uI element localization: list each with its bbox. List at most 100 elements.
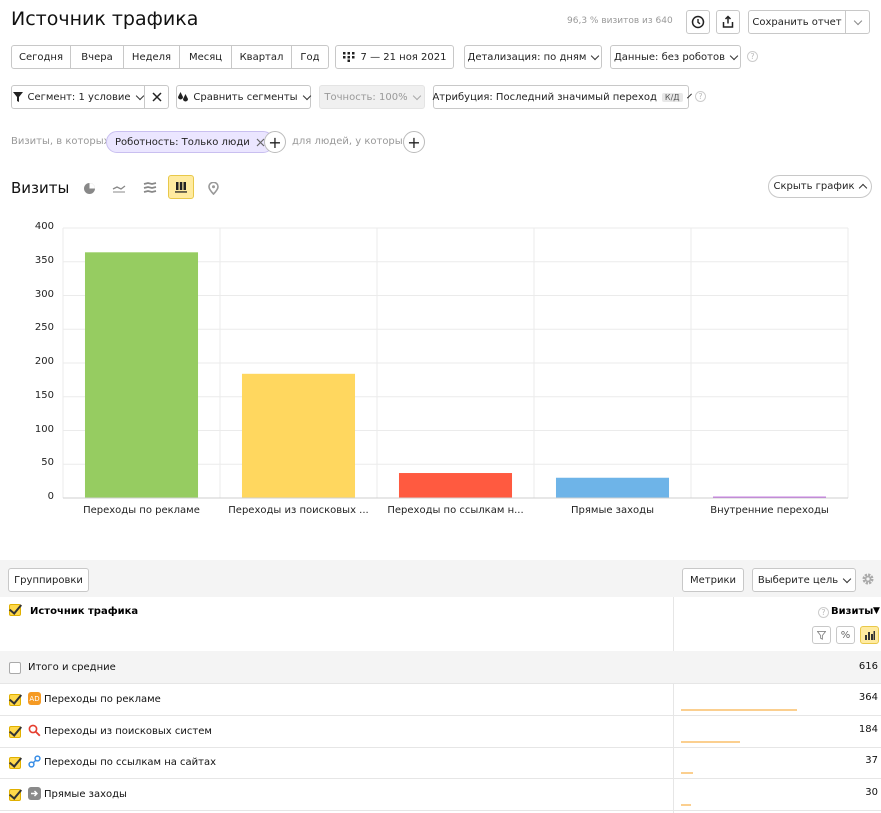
hide-chart-label: Скрыть график [773,181,855,192]
filter-column-button[interactable] [812,626,831,644]
history-button[interactable] [686,10,710,34]
save-report-button[interactable]: Сохранить отчет [748,10,846,34]
row-value: 30 [865,787,878,798]
accuracy-dropdown[interactable]: Точность: 100% [319,85,425,109]
map-pin-icon [207,181,219,195]
segment-label: Сегмент: 1 условие [27,91,131,103]
x-tick-label: Переходы из поисковых ... [228,505,369,516]
period-week[interactable]: Неделя [124,46,180,68]
bar[interactable] [398,473,513,498]
compare-segments-button[interactable]: Сравнить сегменты [176,85,311,109]
page-title: Источник трафика [11,8,199,30]
table-row[interactable]: Переходы из поисковых систем 184 [0,716,881,748]
row-checkbox[interactable] [9,726,21,738]
y-tick-label: 300 [34,288,54,300]
export-button[interactable] [716,10,740,34]
groupings-button[interactable]: Группировки [8,568,89,592]
chevron-down-icon [853,16,862,25]
row-label: Переходы по ссылкам на сайтах [44,757,217,768]
period-month[interactable]: Месяц [180,46,232,68]
row-checkbox[interactable] [9,694,21,706]
clear-segment-button[interactable] [144,85,169,109]
plus-icon: + [407,132,421,152]
share-bar [681,709,797,711]
bar-chart-type-button[interactable] [168,175,194,199]
x-tick-label: Внутренние переходы [710,505,829,516]
pie-chart-type-button[interactable] [76,176,102,200]
detail-dropdown[interactable]: Детализация: по дням [464,45,602,69]
calendar-icon [342,52,355,62]
share-bar [681,772,693,774]
period-yesterday[interactable]: Вчера [71,46,124,68]
detail-label: Детализация: по дням [467,51,587,63]
row-value: 184 [858,724,878,735]
y-tick-label: 0 [47,491,54,502]
period-selector: Сегодня Вчера Неделя Месяц Квартал Год [11,45,329,69]
bar[interactable] [555,477,670,498]
table-toolbar [0,560,881,597]
row-checkbox[interactable] [9,789,21,801]
bar[interactable] [84,252,199,498]
line-chart-icon [112,185,126,193]
hide-chart-button[interactable]: Скрыть график [768,175,872,198]
row-label: Прямые заходы [44,789,127,800]
y-tick-label: 50 [41,457,54,469]
sampling-info: 96,3 % визитов из 640 [567,16,673,26]
share-bar [681,804,691,806]
chevron-down-icon [842,574,852,583]
date-range-button[interactable]: 7 — 21 ноя 2021 [335,45,454,69]
totals-checkbox[interactable] [9,662,21,674]
filter-icon [13,92,24,102]
chevron-down-icon [729,51,739,60]
chevron-down-icon [686,93,692,98]
row-value: 364 [858,692,878,703]
add-visit-condition-button[interactable]: + [264,131,286,153]
y-tick-label: 150 [34,389,54,401]
metric-header[interactable]: Визиты [831,606,873,617]
attribution-badge: К/Д [661,92,683,102]
row-label: Переходы из поисковых систем [44,726,212,737]
robot-filter-chip[interactable]: Роботность: Только люди [106,131,274,153]
robot-filter-label: Роботность: Только люди [115,136,250,148]
add-people-condition-button[interactable]: + [403,131,425,153]
percent-button[interactable]: % [836,626,855,644]
visits-filter-prefix: Визиты, в которых [11,136,110,147]
segment-dropdown[interactable]: Сегмент: 1 условие [11,85,145,109]
map-chart-type-button[interactable] [200,176,226,200]
period-today[interactable]: Сегодня [12,46,71,68]
dimension-header[interactable]: Источник трафика [30,606,138,617]
help-icon[interactable]: ? [747,51,758,62]
help-icon[interactable]: ? [818,607,829,618]
totals-label: Итого и средние [28,662,116,673]
attribution-label: Атрибуция: Последний значимый переход [432,91,657,103]
data-dropdown[interactable]: Данные: без роботов [610,45,741,69]
table-settings-button[interactable] [861,572,875,589]
period-year[interactable]: Год [292,46,328,68]
x-tick-label: Переходы по рекламе [83,505,200,516]
chevron-down-icon [591,51,600,60]
select-all-checkbox[interactable] [9,604,21,616]
attribution-dropdown[interactable]: Атрибуция: Последний значимый переход К/… [432,85,692,109]
gear-icon [862,573,874,585]
compare-label: Сравнить сегменты [193,91,298,103]
y-tick-label: 350 [34,254,54,266]
table-row[interactable]: AD Переходы по рекламе 364 [0,684,881,716]
table-row[interactable]: Прямые заходы 30 [0,779,881,811]
direct-icon [28,787,41,800]
date-range-label: 7 — 21 ноя 2021 [360,51,447,63]
goal-dropdown[interactable]: Выберите цель [752,568,856,592]
save-options-button[interactable] [845,10,870,34]
data-label: Данные: без роботов [613,51,725,63]
sort-desc-icon[interactable]: ▼ [873,606,880,616]
table-row[interactable]: Переходы по ссылкам на сайтах 37 [0,747,881,779]
line-chart-type-button[interactable] [106,176,132,200]
area-chart-type-button[interactable] [137,176,163,200]
period-quarter[interactable]: Квартал [232,46,292,68]
row-checkbox[interactable] [9,757,21,769]
bar-view-button[interactable] [860,626,879,644]
filter-icon [817,630,826,640]
metrics-button[interactable]: Метрики [682,568,744,592]
bar[interactable] [241,373,356,498]
help-icon[interactable]: ? [695,91,706,102]
accuracy-label: Точность: 100% [324,91,408,103]
